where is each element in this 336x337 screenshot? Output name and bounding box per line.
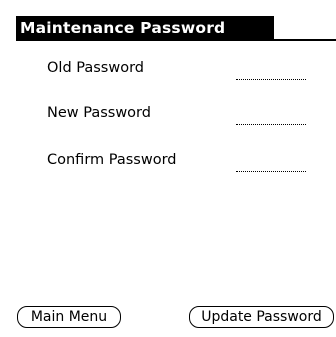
- update-password-button[interactable]: Update Password: [189, 306, 334, 328]
- new-password-field[interactable]: [236, 104, 306, 125]
- form-title-bar: Maintenance Password: [16, 16, 336, 41]
- old-password-field[interactable]: [236, 59, 306, 80]
- old-password-row: Old Password: [16, 57, 336, 80]
- new-password-row: New Password: [16, 102, 336, 125]
- palm-form: Maintenance Password Old Password New Pa…: [0, 0, 336, 337]
- confirm-password-row: Confirm Password: [16, 149, 336, 172]
- main-menu-button[interactable]: Main Menu: [17, 306, 121, 328]
- new-password-label: New Password: [47, 105, 151, 121]
- confirm-password-field[interactable]: [236, 151, 306, 172]
- title-underline: [274, 39, 336, 41]
- form-title: Maintenance Password: [16, 16, 274, 41]
- old-password-label: Old Password: [47, 60, 144, 76]
- confirm-password-label: Confirm Password: [47, 152, 177, 168]
